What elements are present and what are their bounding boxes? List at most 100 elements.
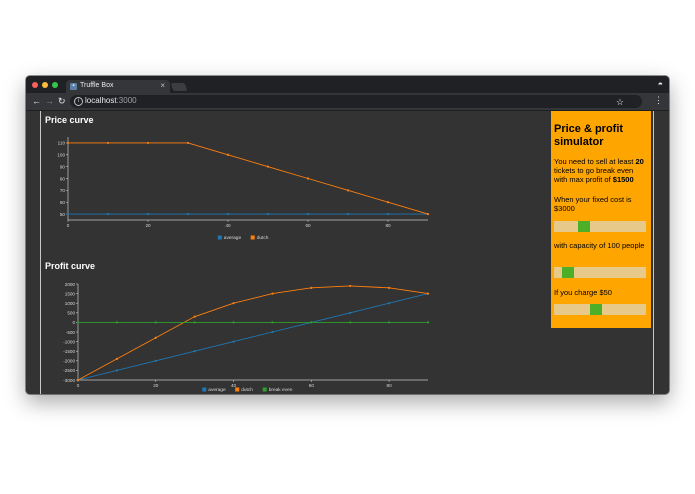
x-tick-label: 40 [225,223,231,228]
y-tick-label: -2500 [63,368,75,373]
info-icon[interactable]: i [74,97,83,106]
arrow-right-icon[interactable]: → [45,95,54,107]
title-bar: ▪ Truffle Box × ◓ [26,76,669,93]
data-point [388,286,391,289]
break-even-prefix: You need to sell at least [554,157,636,166]
data-point [426,292,430,295]
data-point [154,321,157,324]
legend-swatch [217,235,222,240]
data-point [186,212,190,216]
x-tick-label: 0 [77,383,80,388]
reload-icon[interactable]: ↻ [58,95,66,107]
data-point [388,302,391,305]
price-slider-thumb[interactable] [590,304,602,315]
kebab-menu-icon[interactable]: ⋮ [654,95,663,106]
data-point [271,292,274,295]
data-point [426,321,430,324]
data-point [226,153,230,156]
favicon-icon: ▪ [70,83,77,90]
url-host: localhost [85,96,117,105]
y-tick-label: 1000 [65,301,76,306]
price-slider[interactable] [554,304,646,315]
data-point [386,212,390,216]
data-point [115,321,118,324]
data-point [76,321,80,324]
series-line-dutch [77,285,429,381]
data-point [115,357,118,360]
legend-label: average [224,235,242,241]
data-point [146,212,150,216]
data-point [349,311,352,314]
series-line-average [77,293,429,381]
fixed-cost-slider[interactable] [554,221,646,232]
y-tick-label: 500 [67,311,75,316]
data-point [271,330,274,334]
maximize-window-button[interactable] [52,82,58,88]
y-tick-label: 60 [60,200,66,205]
data-point [349,284,352,288]
data-point [349,321,352,324]
x-tick-label: 0 [67,223,70,228]
data-point [186,141,190,145]
x-tick-label: 20 [153,383,159,388]
price-curve-heading: Price curve [45,115,94,125]
url-port: :3000 [116,96,137,105]
y-tick-label: 110 [58,141,66,146]
page-content: Price curve 50 60 70 80 90 100 110 0 20 40 60 80 ave… [26,111,669,394]
data-point [346,189,350,192]
minimize-window-button[interactable] [42,82,48,88]
tab-title: Truffle Box [80,82,114,89]
price-label: If you charge $50 [554,288,612,297]
legend-swatch [262,387,267,392]
data-point [232,340,235,343]
x-tick-label: 80 [385,223,391,228]
profit-curve-heading: Profit curve [45,261,96,271]
data-point [266,165,270,168]
simulator-title: Price & profit simulator [554,123,624,148]
legend-swatch [202,387,207,392]
arrow-left-icon[interactable]: ← [32,95,41,107]
star-icon[interactable]: ☆ [616,97,624,108]
data-point [146,141,150,145]
break-even-text: You need to sell at least 20 tickets to … [554,157,648,184]
url-text: localhost:3000 [85,96,137,105]
data-point [388,321,391,324]
data-point [266,212,270,216]
data-point [193,315,196,318]
data-point [226,212,230,216]
data-point [386,201,390,204]
fixed-cost-slider-thumb[interactable] [578,221,590,232]
address-bar[interactable]: i localhost:3000 ☆ [70,95,642,108]
capacity-slider-thumb[interactable] [562,267,574,278]
data-point [115,369,118,372]
tab-close-icon[interactable]: × [160,81,165,90]
legend-swatch [235,387,240,392]
y-tick-label: -2000 [63,359,75,364]
y-tick-label: 0 [72,320,75,325]
break-even-profit: $1500 [612,175,634,184]
y-tick-label: 80 [60,176,66,181]
data-point [154,336,157,339]
capacity-slider[interactable] [554,267,646,278]
legend-label: average [208,387,226,393]
browser-tab[interactable]: ▪ Truffle Box × [66,80,170,93]
data-point [106,141,110,145]
break-even-tickets: 20 [635,157,644,166]
data-point [310,321,313,324]
fixed-cost-label: When your fixed cost is $3000 [554,195,632,213]
browser-window: ▪ Truffle Box × ◓ ← → ↻ i localhost:3000… [26,76,669,394]
close-window-button[interactable] [32,82,38,88]
legend-label: dutch [241,387,253,393]
y-tick-label: 50 [60,212,66,217]
legend-swatch [250,235,255,240]
data-point [306,212,310,216]
new-tab-button[interactable] [170,83,188,91]
series-line-dutch [68,142,429,215]
x-tick-label: 20 [145,223,151,228]
legend-label: dutch [257,235,269,241]
y-tick-label: 100 [57,153,65,158]
data-point [66,212,70,216]
data-point [154,359,157,362]
data-point [426,212,430,216]
y-tick-label: -500 [66,330,76,335]
